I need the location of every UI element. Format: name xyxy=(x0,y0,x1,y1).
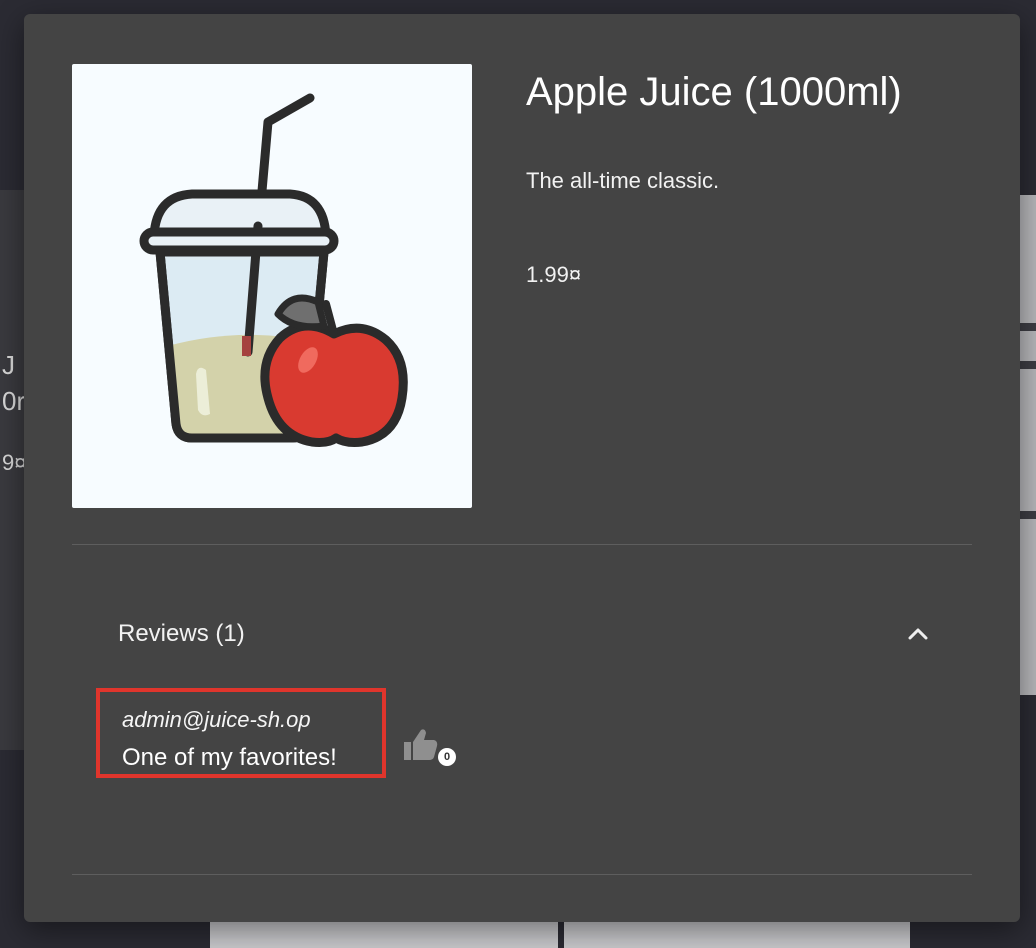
divider xyxy=(72,544,972,545)
background-card-text: 0r xyxy=(2,386,26,416)
juice-cup-with-apple-icon xyxy=(139,93,408,447)
review-text: One of my favorites! xyxy=(122,744,337,771)
review-author: admin@juice-sh.op xyxy=(122,707,311,732)
divider xyxy=(72,874,972,875)
thumbs-up-icon xyxy=(404,729,438,760)
reviews-expansion-header[interactable]: Reviews (1) xyxy=(72,600,972,670)
product-image xyxy=(72,64,472,508)
product-details-dialog: Apple Juice (1000ml) The all-time classi… xyxy=(24,14,1020,922)
background-product-card: J 0r 9¤ xyxy=(0,190,27,750)
product-description: The all-time classic. xyxy=(526,168,720,193)
product-title: Apple Juice (1000ml) xyxy=(526,70,902,114)
like-count-badge: 0 xyxy=(438,748,456,766)
background-card-text: J xyxy=(2,350,15,380)
chevron-up-icon[interactable] xyxy=(904,620,932,648)
background-card-price: 9¤ xyxy=(2,450,27,475)
product-price: 1.99¤ xyxy=(526,262,582,287)
background-product-card-bottom xyxy=(210,922,910,948)
review-item: admin@juice-sh.op One of my favorites! xyxy=(96,688,386,778)
reviews-title: Reviews (1) xyxy=(118,620,245,647)
background-side-panel xyxy=(1020,195,1036,695)
like-review-button[interactable]: 0 xyxy=(400,724,466,774)
